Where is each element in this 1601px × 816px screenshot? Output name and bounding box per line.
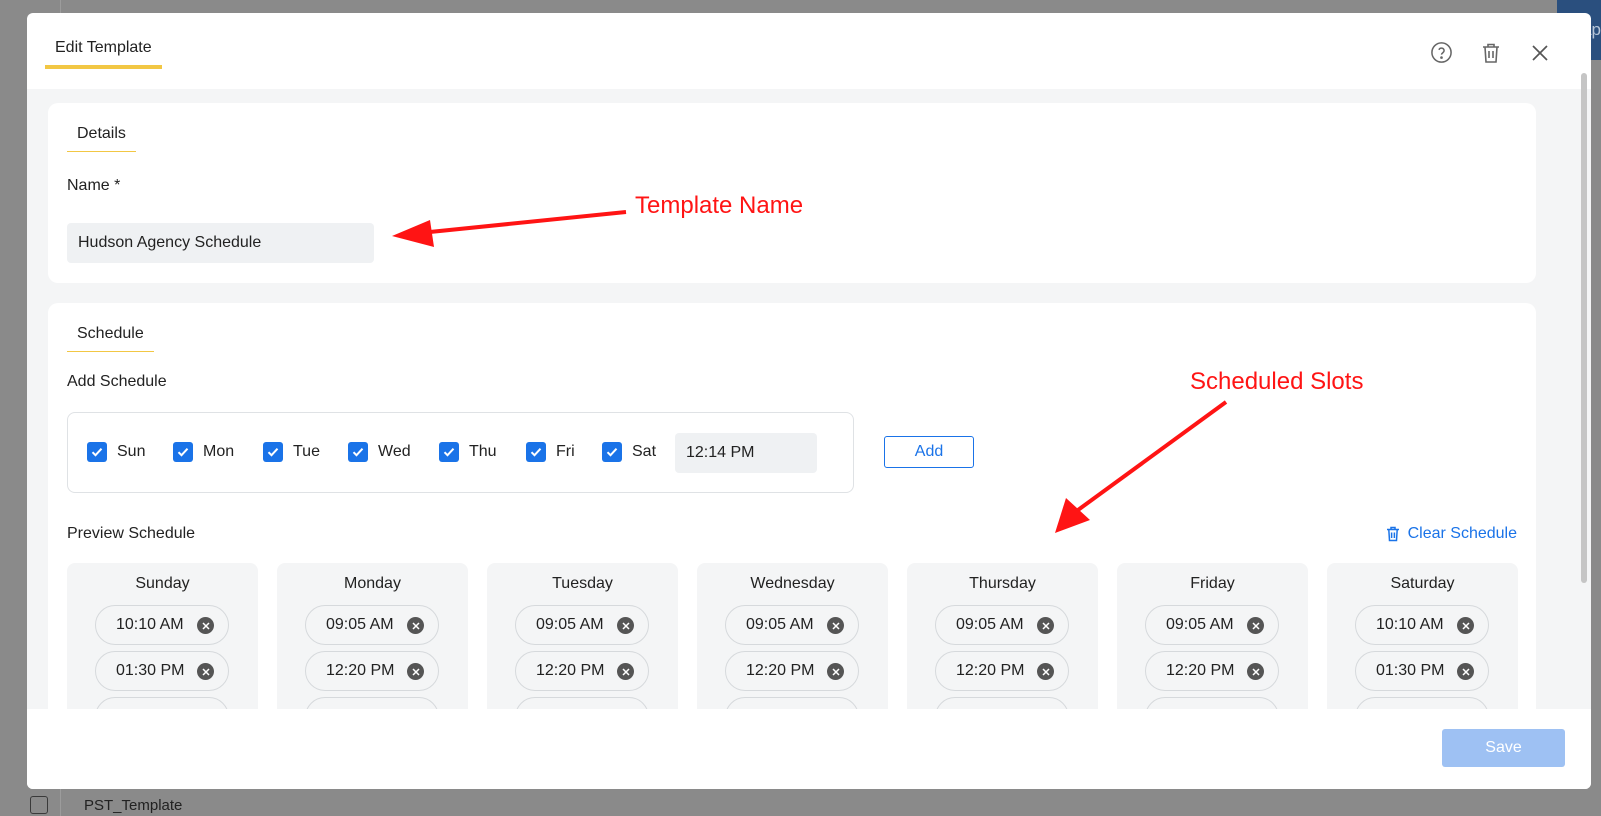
scheduled-slots-arrow [1055,400,1228,533]
template-name-annotation: Template Name [635,192,804,219]
annotation-arrows [392,210,1228,533]
scheduled-slots-annotation: Scheduled Slots [1190,368,1364,395]
template-name-arrow [392,210,627,247]
